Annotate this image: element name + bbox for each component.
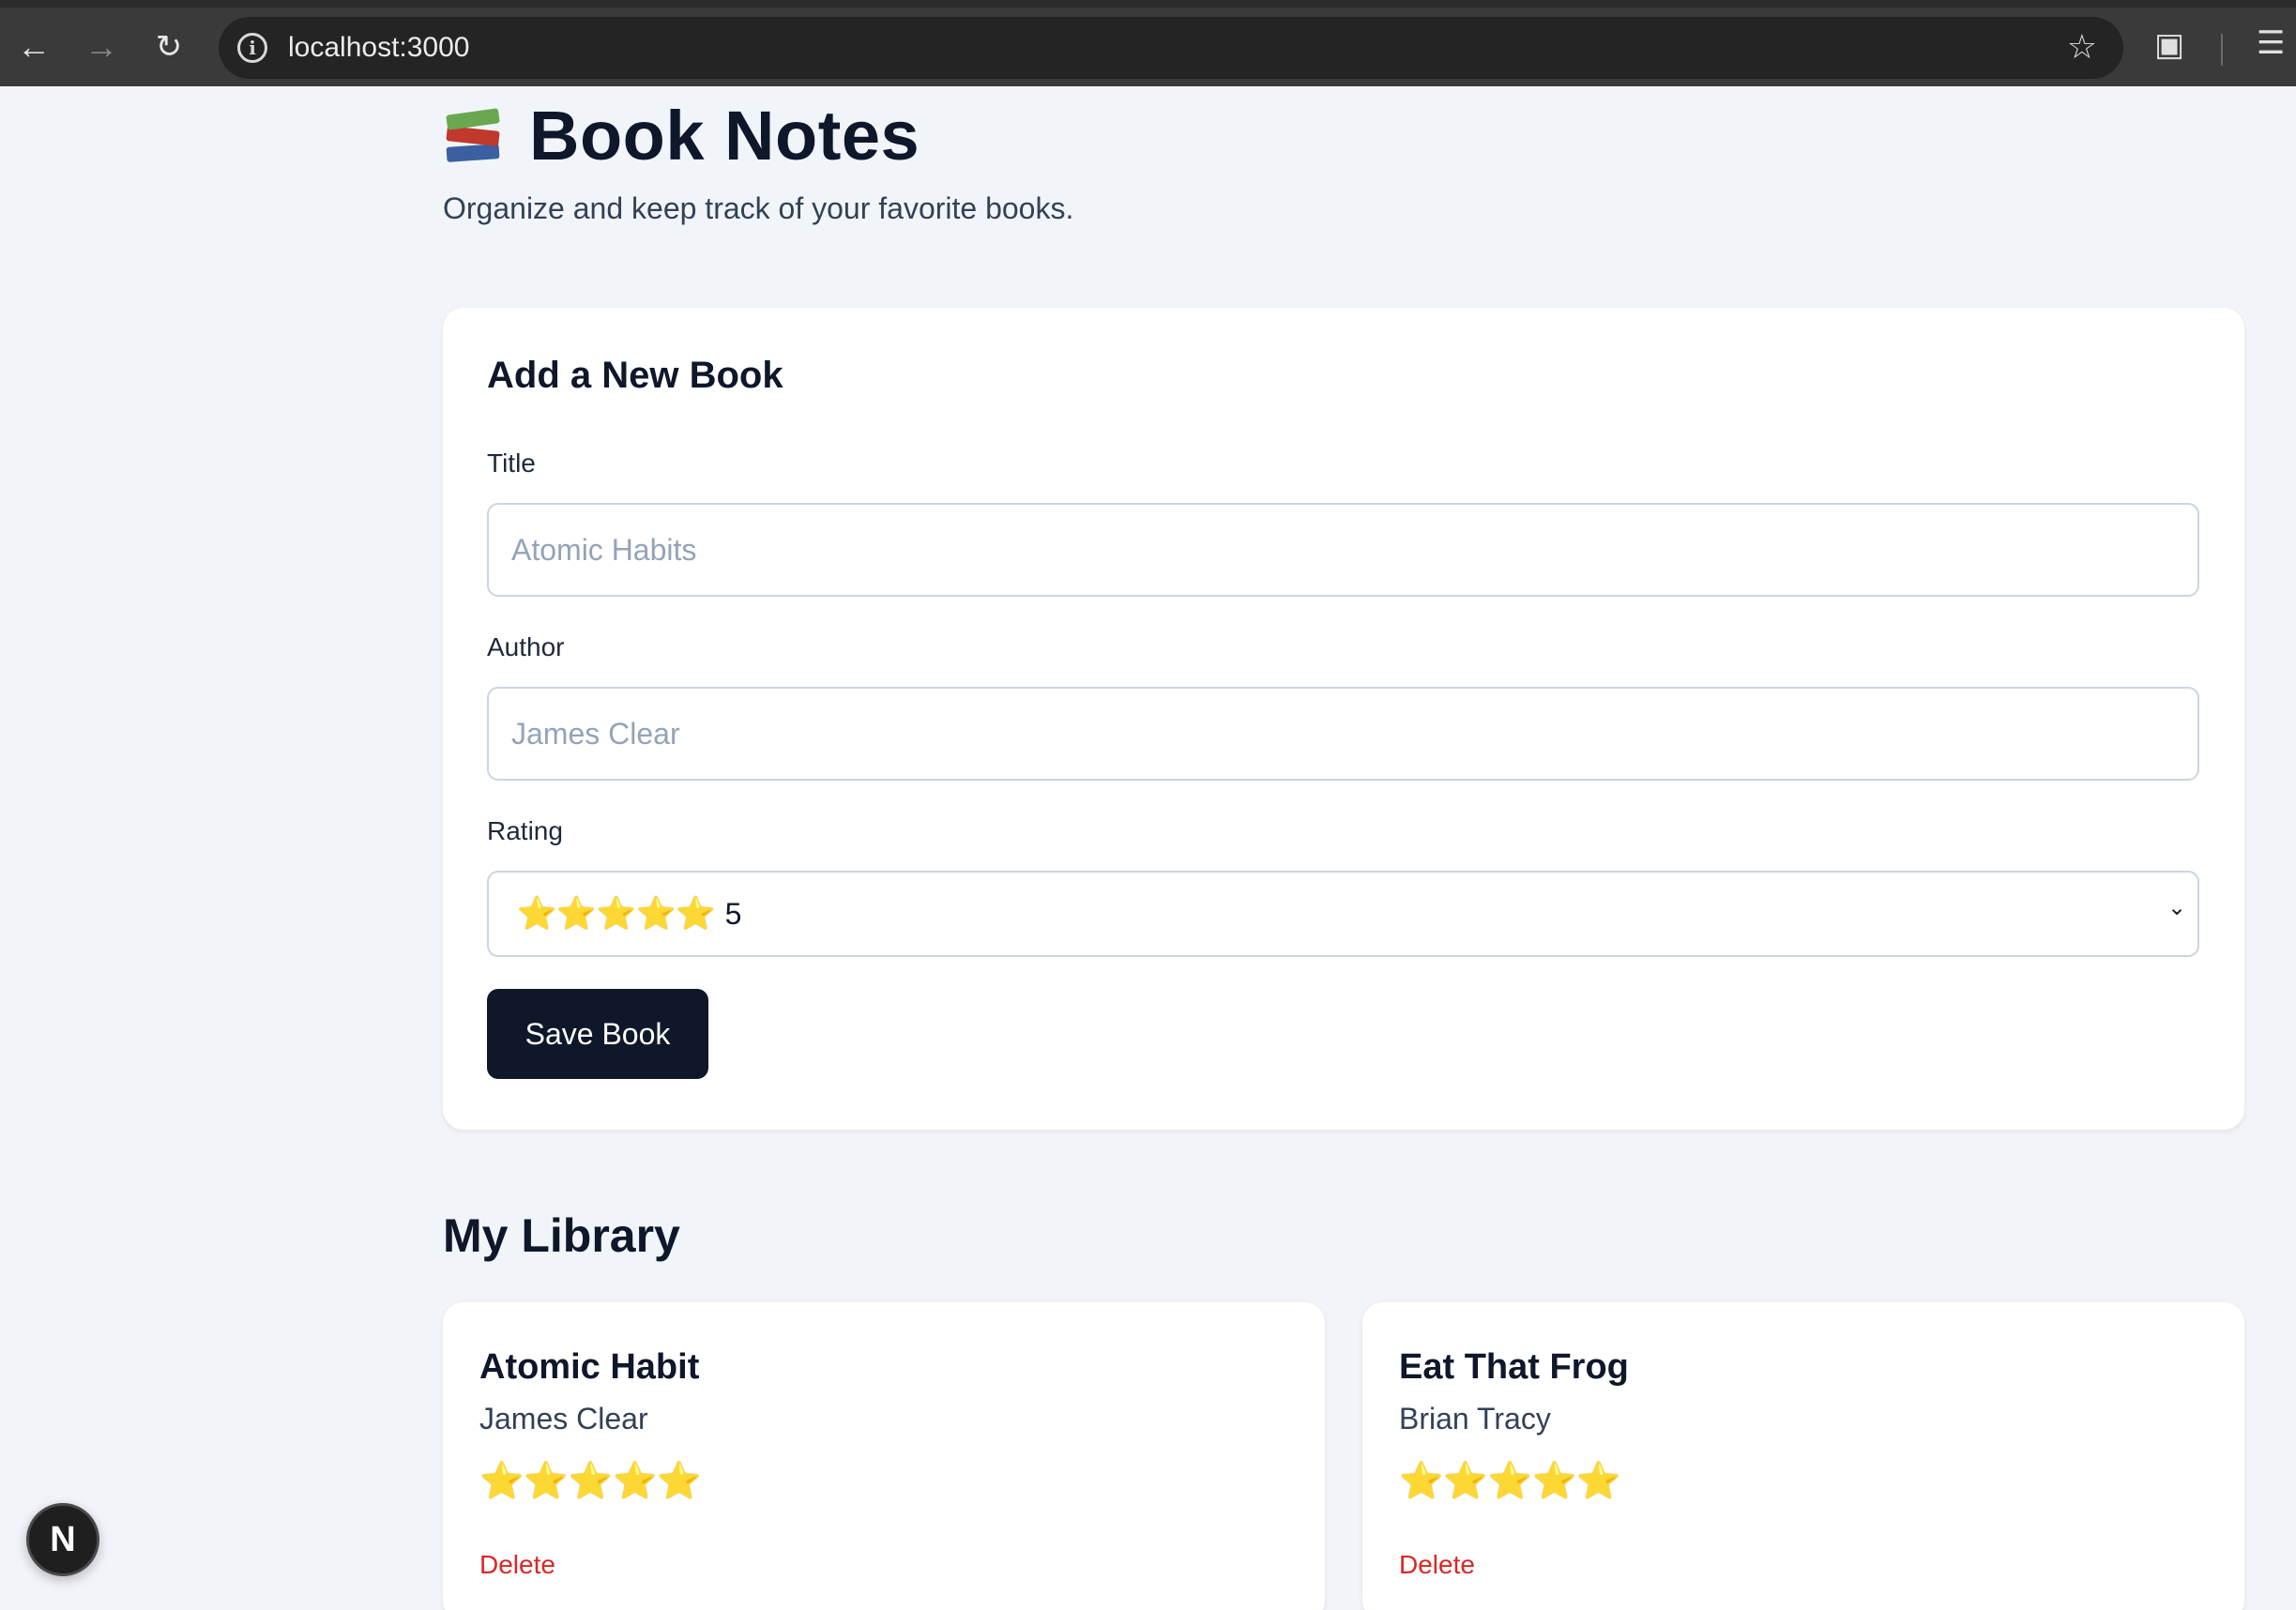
star-icon: ⭐ xyxy=(657,1462,702,1501)
star-icon: ⭐ xyxy=(1531,1462,1577,1501)
title-input[interactable] xyxy=(487,503,2199,597)
toolbar-divider xyxy=(2221,34,2223,66)
delete-link[interactable]: Delete xyxy=(479,1550,555,1580)
star-icon: ⭐ xyxy=(568,1462,613,1501)
book-title: Atomic Habit xyxy=(479,1347,700,1387)
page-title: Book Notes xyxy=(529,97,920,175)
books-icon xyxy=(443,106,503,166)
form-heading: Add a New Book xyxy=(487,355,783,396)
bookmark-star-icon[interactable]: ☆ xyxy=(2067,28,2097,66)
star-icon: ⭐ xyxy=(1443,1462,1488,1501)
nextjs-devtools-button[interactable]: N xyxy=(26,1503,99,1576)
star-icon: ⭐ xyxy=(1487,1462,1532,1501)
media-controls-icon[interactable]: ☰ xyxy=(2257,24,2285,62)
book-rating-stars: ⭐ ⭐ ⭐ ⭐ ⭐ xyxy=(1399,1464,1621,1499)
book-rating-stars: ⭐ ⭐ ⭐ ⭐ ⭐ xyxy=(479,1464,702,1499)
star-icon: ⭐ xyxy=(479,1462,525,1501)
book-title: Eat That Frog xyxy=(1399,1347,1629,1387)
reload-icon[interactable]: ↻ xyxy=(148,26,190,68)
info-icon[interactable]: i xyxy=(237,33,267,63)
forward-arrow-icon[interactable]: → xyxy=(81,26,122,68)
back-arrow-icon[interactable]: ← xyxy=(13,26,54,68)
star-icon: ⭐ xyxy=(1576,1462,1621,1501)
book-card: Atomic Habit James Clear ⭐ ⭐ ⭐ ⭐ ⭐ Delet… xyxy=(443,1302,1325,1610)
star-icon: ⭐ xyxy=(612,1462,658,1501)
extensions-icon[interactable]: ▣ xyxy=(2154,26,2184,64)
page-subtitle: Organize and keep track of your favorite… xyxy=(443,191,1074,225)
rating-label: Rating xyxy=(487,816,563,845)
library-heading: My Library xyxy=(443,1209,680,1262)
rating-select[interactable]: ⭐⭐⭐⭐⭐ 5 ⌄ xyxy=(487,871,2199,957)
book-author: James Clear xyxy=(479,1402,648,1435)
book-card: Eat That Frog Brian Tracy ⭐ ⭐ ⭐ ⭐ ⭐ Dele… xyxy=(1362,1302,2244,1610)
delete-link[interactable]: Delete xyxy=(1399,1550,1475,1580)
save-book-button[interactable]: Save Book xyxy=(487,989,708,1079)
author-label: Author xyxy=(487,632,565,661)
star-icon: ⭐ xyxy=(1399,1462,1444,1501)
author-input[interactable] xyxy=(487,687,2199,781)
rating-value: 5 xyxy=(724,896,742,931)
url-text[interactable]: localhost:3000 xyxy=(288,30,469,66)
book-author: Brian Tracy xyxy=(1399,1402,1551,1435)
title-label: Title xyxy=(487,448,536,478)
star-icon: ⭐ xyxy=(524,1462,569,1501)
browser-toolbar: ← → ↻ i localhost:3000 ☆ ▣ ☰ xyxy=(0,0,2296,86)
rating-stars: ⭐⭐⭐⭐⭐ xyxy=(517,896,716,932)
chevron-down-icon: ⌄ xyxy=(2167,895,2187,920)
add-book-form: Add a New Book Title Author Rating ⭐⭐⭐⭐⭐… xyxy=(443,308,2244,1130)
address-bar[interactable]: i localhost:3000 ☆ xyxy=(219,17,2123,79)
page-header: Book Notes xyxy=(443,96,920,175)
